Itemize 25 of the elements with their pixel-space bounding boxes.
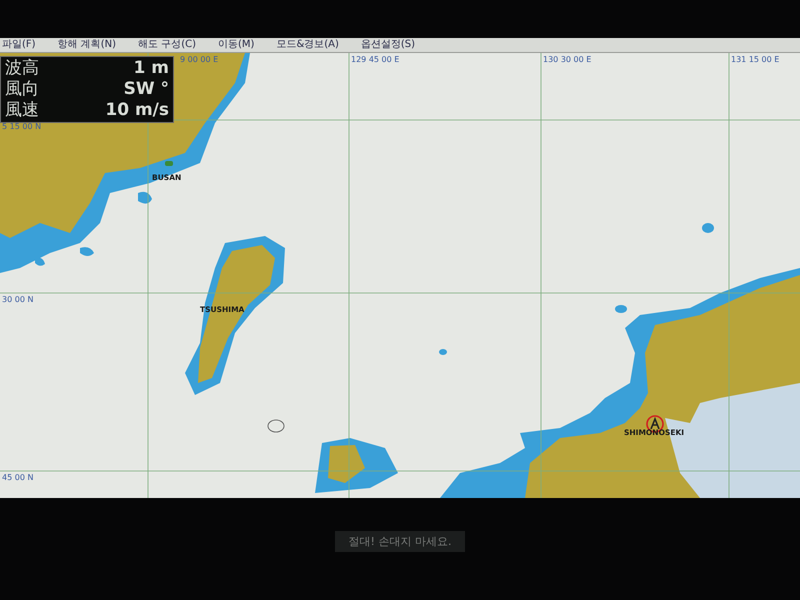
warning-sticker: 절대! 손대지 마세요. (334, 531, 466, 552)
longitude-label: 130 30 00 E (543, 55, 592, 64)
latitude-label: 30 00 N (2, 295, 34, 304)
longitude-label: 9 00 00 E (180, 55, 218, 64)
longitude-label: 129 45 00 E (351, 55, 400, 64)
islet-drawing (702, 223, 714, 233)
weather-label: 波高 (5, 58, 39, 79)
depth-contour (268, 420, 284, 432)
islet-drawing (439, 349, 447, 355)
menu-item[interactable]: 이동(M) (218, 38, 254, 52)
weather-value: SW ° (122, 79, 169, 100)
weather-value: 1 m (132, 58, 169, 79)
latitude-label: 5 15 00 N (2, 122, 42, 131)
weather-label: 風速 (5, 100, 39, 121)
harbor-icon (164, 159, 174, 167)
weather-value: 10 m/s (104, 100, 169, 121)
menu-item[interactable]: 옵션설정(S) (360, 38, 416, 52)
menu-item[interactable]: 모드&경보(A) (276, 38, 339, 52)
latitude-label: 45 00 N (2, 473, 34, 482)
longitude-label: 131 15 00 E (731, 55, 780, 64)
menu-item[interactable]: 해도 구성(C) (138, 38, 196, 52)
weather-label: 風向 (5, 79, 39, 100)
menu-item[interactable]: 파일(F) (2, 38, 36, 52)
islet-drawing (615, 305, 627, 313)
menu-item[interactable]: 항해 계획(N) (58, 38, 116, 52)
